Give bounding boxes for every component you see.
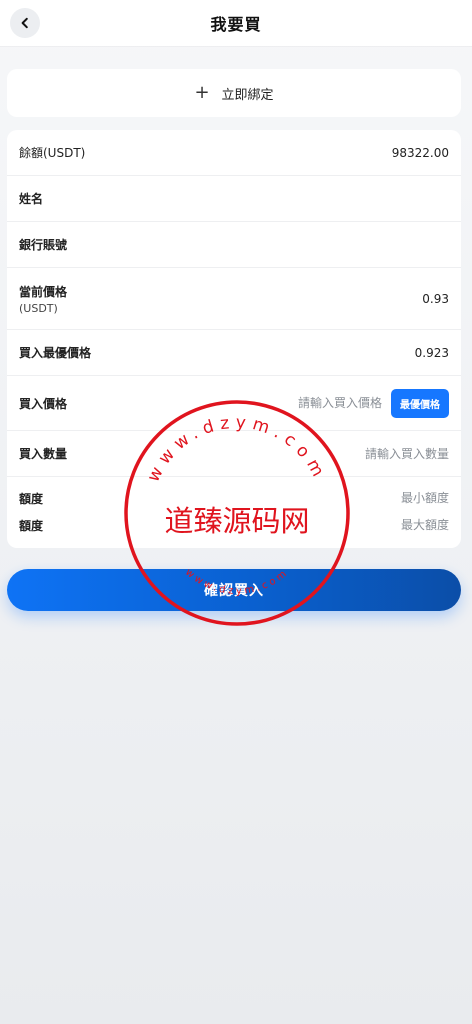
limit-min-input[interactable]	[329, 491, 449, 505]
bind-now-button[interactable]: + 立即綁定	[7, 69, 461, 117]
plus-icon: +	[194, 82, 210, 103]
buy-price-row: 買入價格 最優價格	[7, 376, 461, 431]
top-bar: 我要買	[0, 0, 472, 46]
best-buy-price-row: 買入最優價格 0.923	[7, 330, 461, 376]
limit-max-row: 額度	[7, 512, 461, 538]
page-title: 我要買	[210, 15, 262, 34]
buy-price-label: 買入價格	[19, 396, 68, 411]
balance-label: 餘額(USDT)	[19, 146, 86, 160]
bank-account-label: 銀行賬號	[19, 238, 68, 252]
name-label: 姓名	[19, 192, 44, 206]
best-buy-price-value: 0.923	[414, 345, 449, 360]
current-price-label: 當前價格 (USDT)	[19, 283, 67, 315]
buy-price-controls: 最優價格	[272, 388, 449, 418]
buy-quantity-input[interactable]	[299, 446, 449, 461]
limit-max-input[interactable]	[329, 518, 449, 532]
balance-value: 98322.00	[391, 145, 449, 160]
confirm-buy-button[interactable]: 確認買入	[7, 569, 461, 611]
buy-price-input[interactable]	[272, 396, 382, 410]
limit-max-label: 額度	[19, 518, 44, 533]
best-price-button[interactable]: 最優價格	[391, 388, 449, 418]
current-price-row: 當前價格 (USDT) 0.93	[7, 268, 461, 330]
best-buy-price-label: 買入最優價格	[19, 346, 92, 360]
buy-form: 餘額(USDT) 98322.00 姓名 銀行賬號 當前價格 (USDT) 0.…	[7, 130, 461, 548]
bind-now-label: 立即綁定	[221, 87, 274, 103]
buy-quantity-row: 買入數量	[7, 431, 461, 477]
chevron-left-icon	[21, 17, 28, 29]
current-price-label-text: 當前價格	[19, 284, 68, 299]
balance-row: 餘額(USDT) 98322.00	[7, 130, 461, 176]
limit-min-row: 額度	[7, 485, 461, 511]
bank-account-row[interactable]: 銀行賬號	[7, 222, 461, 268]
current-price-unit: (USDT)	[19, 301, 58, 315]
buy-quantity-label: 買入數量	[19, 447, 68, 461]
current-price-value: 0.93	[422, 291, 449, 306]
name-row[interactable]: 姓名	[7, 176, 461, 222]
back-button[interactable]	[10, 8, 40, 38]
limit-min-label: 額度	[19, 491, 44, 506]
